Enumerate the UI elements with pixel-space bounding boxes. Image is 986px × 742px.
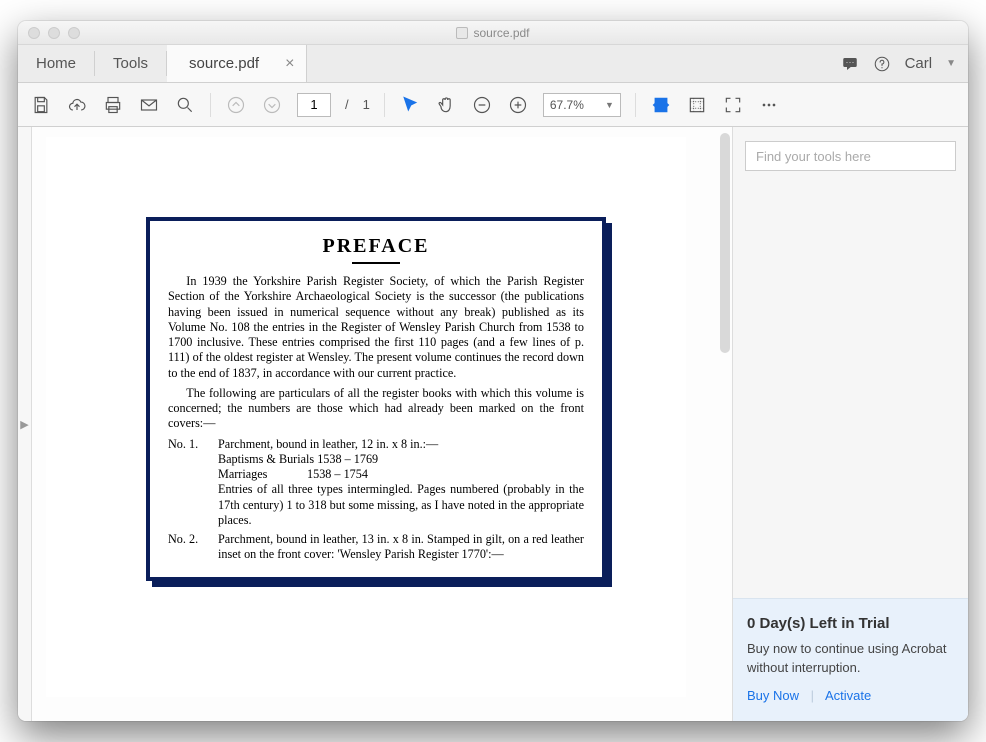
print-icon[interactable] bbox=[102, 94, 124, 116]
tab-document[interactable]: source.pdf × bbox=[167, 45, 307, 82]
window-title: source.pdf bbox=[18, 26, 968, 40]
tab-tools[interactable]: Tools bbox=[95, 45, 166, 82]
save-icon[interactable] bbox=[30, 94, 52, 116]
page-down-icon[interactable] bbox=[261, 94, 283, 116]
trial-banner: 0 Day(s) Left in Trial Buy now to contin… bbox=[733, 598, 968, 721]
zoom-select[interactable]: 67.7% ▼ bbox=[543, 93, 621, 117]
trial-link-sep: | bbox=[811, 688, 814, 703]
doc-paragraph-1: In 1939 the Yorkshire Parish Register So… bbox=[168, 274, 584, 381]
zoom-in-icon[interactable] bbox=[507, 94, 529, 116]
register-entry-2-body: Parchment, bound in leather, 13 in. x 8 … bbox=[218, 532, 584, 563]
zoom-caret-icon: ▼ bbox=[605, 100, 614, 110]
hand-tool-icon[interactable] bbox=[435, 94, 457, 116]
content-area: ▶ PREFACE In 1939 the Yorkshire Parish R… bbox=[18, 127, 968, 721]
help-icon[interactable] bbox=[873, 55, 891, 73]
tab-home[interactable]: Home bbox=[18, 45, 94, 82]
register-entry-1-label: No. 1. bbox=[168, 437, 218, 529]
tools-search-placeholder: Find your tools here bbox=[756, 149, 871, 164]
titlebar: source.pdf bbox=[18, 21, 968, 45]
page-canvas: PREFACE In 1939 the Yorkshire Parish Reg… bbox=[46, 137, 686, 697]
more-tools-icon[interactable] bbox=[758, 94, 780, 116]
email-icon[interactable] bbox=[138, 94, 160, 116]
zoom-out-icon[interactable] bbox=[471, 94, 493, 116]
page-separator: / bbox=[345, 97, 349, 112]
tab-close-button[interactable]: × bbox=[285, 55, 294, 73]
minimize-window-button[interactable] bbox=[48, 27, 60, 39]
buy-now-link[interactable]: Buy Now bbox=[747, 688, 799, 703]
tabbar-right: Carl ▼ bbox=[841, 45, 968, 82]
fit-page-icon[interactable] bbox=[686, 94, 708, 116]
vertical-scrollbar[interactable] bbox=[720, 133, 730, 353]
comment-icon[interactable] bbox=[841, 55, 859, 73]
doc-heading: PREFACE bbox=[168, 235, 584, 258]
activate-link[interactable]: Activate bbox=[825, 688, 871, 703]
heading-rule bbox=[352, 262, 400, 264]
select-tool-icon[interactable] bbox=[399, 94, 421, 116]
cloud-upload-icon[interactable] bbox=[66, 94, 88, 116]
toolbar-divider bbox=[210, 93, 211, 117]
toolbar-divider bbox=[635, 93, 636, 117]
window-controls bbox=[18, 27, 80, 39]
user-menu-caret-icon[interactable]: ▼ bbox=[946, 58, 956, 69]
nav-pane-toggle[interactable]: ▶ bbox=[18, 127, 32, 721]
pdf-doc-icon bbox=[456, 27, 468, 39]
window-title-text: source.pdf bbox=[473, 26, 529, 40]
document-viewport[interactable]: PREFACE In 1939 the Yorkshire Parish Reg… bbox=[32, 127, 732, 721]
register-entry-2: No. 2. Parchment, bound in leather, 13 i… bbox=[168, 532, 584, 563]
trial-title: 0 Day(s) Left in Trial bbox=[747, 613, 954, 634]
page-up-icon[interactable] bbox=[225, 94, 247, 116]
tools-pane: Find your tools here 0 Day(s) Left in Tr… bbox=[732, 127, 968, 721]
page-total: 1 bbox=[363, 97, 370, 112]
scanned-page: PREFACE In 1939 the Yorkshire Parish Reg… bbox=[146, 217, 606, 581]
toolbar: / 1 67.7% ▼ bbox=[18, 83, 968, 127]
tab-bar: Home Tools source.pdf × Carl ▼ bbox=[18, 45, 968, 83]
fullscreen-icon[interactable] bbox=[722, 94, 744, 116]
register-entry-2-label: No. 2. bbox=[168, 532, 218, 563]
app-window: source.pdf Home Tools source.pdf × Carl … bbox=[18, 21, 968, 721]
register-entry-1-body: Parchment, bound in leather, 12 in. x 8 … bbox=[218, 437, 584, 529]
zoom-window-button[interactable] bbox=[68, 27, 80, 39]
trial-body: Buy now to continue using Acrobat withou… bbox=[747, 640, 954, 676]
search-icon[interactable] bbox=[174, 94, 196, 116]
toolbar-divider bbox=[384, 93, 385, 117]
close-window-button[interactable] bbox=[28, 27, 40, 39]
user-name[interactable]: Carl bbox=[905, 55, 933, 72]
tab-document-label: source.pdf bbox=[189, 55, 259, 72]
zoom-value: 67.7% bbox=[550, 98, 584, 112]
tools-search-input[interactable]: Find your tools here bbox=[745, 141, 956, 171]
register-entry-1: No. 1. Parchment, bound in leather, 12 i… bbox=[168, 437, 584, 529]
page-number-input[interactable] bbox=[297, 93, 331, 117]
doc-paragraph-2: The following are particulars of all the… bbox=[168, 386, 584, 432]
fit-width-icon[interactable] bbox=[650, 94, 672, 116]
